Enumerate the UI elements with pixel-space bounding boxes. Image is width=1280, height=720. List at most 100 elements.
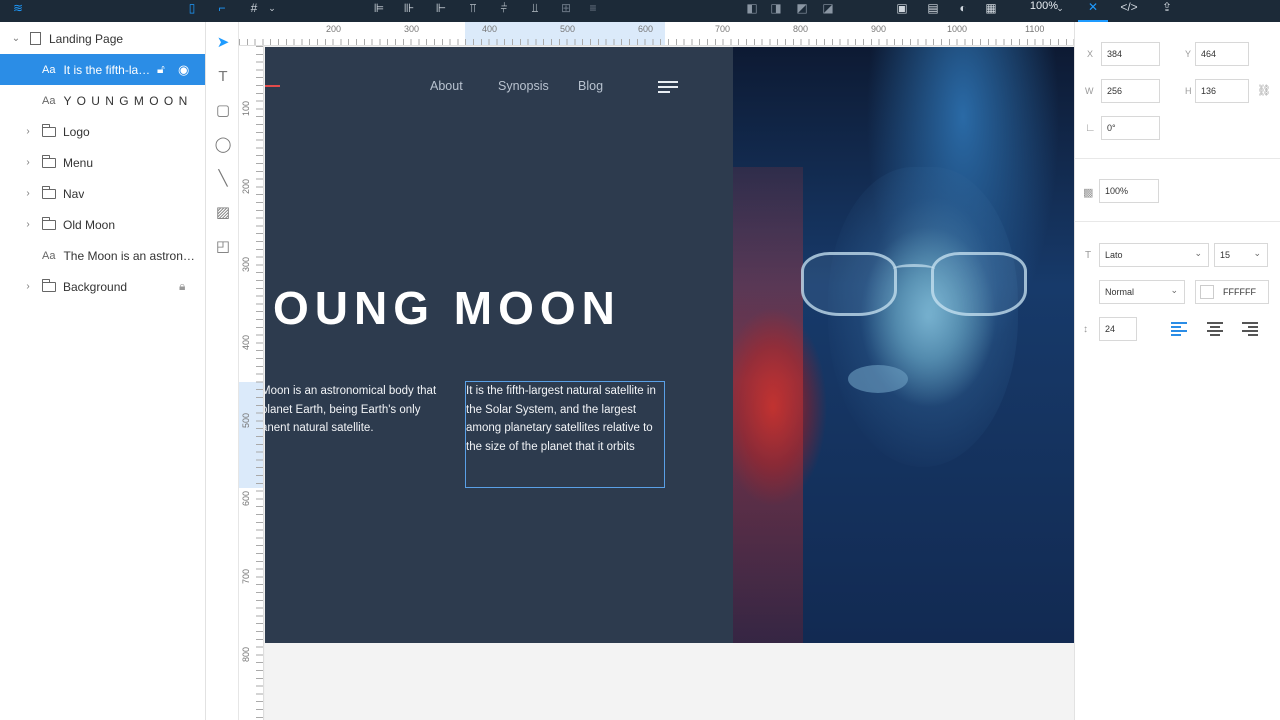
layer-item-logo[interactable]: › Logo (0, 116, 205, 147)
text-align-right-icon[interactable] (1242, 322, 1258, 336)
eye-icon[interactable]: ◉ (178, 62, 189, 78)
align-center-icon[interactable]: ⊪ (400, 0, 418, 16)
boolean-intersect-icon[interactable]: ◩ (794, 0, 810, 16)
boolean-subtract-icon[interactable]: ◨ (768, 0, 784, 16)
layer-item-menu[interactable]: › Menu (0, 147, 205, 178)
mask-icon[interactable]: ▣ (894, 0, 910, 16)
text-align-left-icon[interactable] (1171, 322, 1187, 336)
width-field[interactable]: 256 (1101, 79, 1160, 103)
glasses-bridge (893, 264, 935, 274)
selection-bounding-box[interactable] (465, 381, 665, 488)
align-bottom-icon[interactable]: ⫫ (526, 0, 544, 16)
boolean-exclude-icon[interactable]: ◪ (820, 0, 836, 16)
grid-chevron-down-icon[interactable]: ⌄ (266, 0, 278, 16)
font-family-select[interactable]: Lato ⌄ (1099, 243, 1209, 267)
y-position-field[interactable]: 464 (1195, 42, 1249, 66)
height-field[interactable]: 136 (1195, 79, 1249, 103)
ruler-tick-label: 500 (560, 24, 576, 34)
logo-accent-line[interactable] (265, 85, 280, 87)
unlock-icon[interactable]: 🔓︎ (157, 62, 165, 77)
hamburger-line (658, 86, 678, 88)
panel-toggle-icon[interactable]: ▯ (184, 0, 200, 16)
layers-panel-icon[interactable]: ≋ (8, 0, 28, 16)
opacity-field[interactable]: 100% (1099, 179, 1159, 203)
layer-item-background[interactable]: › Background 🔒︎ (0, 271, 205, 302)
ellipse-tool-icon[interactable]: ◯ (213, 134, 233, 154)
align-middle-icon[interactable]: ⫩ (495, 0, 513, 16)
font-weight-select[interactable]: Normal ⌄ (1099, 280, 1185, 304)
code-tab-icon[interactable]: </> (1114, 0, 1144, 14)
boolean-union-icon[interactable]: ◧ (744, 0, 760, 16)
zoom-level[interactable]: 100% (1030, 0, 1058, 14)
chevron-right-icon[interactable]: › (22, 281, 34, 292)
line-tool-icon[interactable]: ╲ (213, 168, 233, 188)
ruler-ticks (256, 46, 263, 720)
ruler-tick-label: 300 (404, 24, 420, 34)
landing-page-artboard[interactable]: About Synopsis Blog OUNG MOON Moon is an… (265, 47, 1074, 643)
ruler-tick-label: 100 (241, 100, 251, 116)
link-aspect-icon[interactable]: ⛓︎ (1257, 84, 1271, 97)
nav-link-about[interactable]: About (430, 79, 463, 93)
ruler-tick-label: 700 (241, 568, 251, 584)
ruler-tick-label: 300 (241, 256, 251, 272)
chevron-right-icon[interactable]: › (22, 157, 34, 168)
opacity-icon: ▩ (1083, 187, 1094, 199)
symbol-icon[interactable]: ◐ (955, 0, 971, 16)
align-left-icon[interactable]: ⊫ (370, 0, 388, 16)
group-icon[interactable]: ▤ (925, 0, 941, 16)
rectangle-tool-icon[interactable]: ▢ (213, 100, 233, 120)
line (1207, 322, 1223, 324)
hamburger-menu-icon[interactable] (658, 81, 678, 93)
align-top-icon[interactable]: ⫪ (464, 0, 482, 16)
layer-item-old-moon[interactable]: › Old Moon (0, 209, 205, 240)
lock-icon[interactable]: 🔒︎ (179, 279, 185, 294)
layer-item-selected-text[interactable]: Aa It is the fifth-lar... 🔓︎ ◉ (0, 54, 205, 85)
distribute-horizontal-icon[interactable]: ⊞ (557, 0, 575, 16)
align-right-icon[interactable]: ⊩ (432, 0, 450, 16)
glasses-lens-right (931, 252, 1027, 316)
color-swatch[interactable] (1200, 285, 1214, 299)
chevron-right-icon[interactable]: › (22, 126, 34, 137)
x-position-field[interactable]: 384 (1101, 42, 1160, 66)
text-tool-icon[interactable]: T (213, 66, 233, 86)
chevron-right-icon[interactable]: › (22, 188, 34, 199)
layer-item-moon-text[interactable]: Aa The Moon is an astrono... (0, 240, 205, 271)
export-tab-icon[interactable]: ⇪ (1152, 0, 1182, 14)
frame-tool-icon[interactable]: ⌐ (214, 0, 230, 16)
photo-glasses (781, 242, 1041, 322)
text-color-field[interactable]: FFFFFF (1195, 280, 1269, 304)
rotation-icon: ∟ (1085, 122, 1096, 134)
top-toolbar: ≋ ▯ ⌐ # ⌄ ⊫ ⊪ ⊩ ⫪ ⫩ ⫫ ⊞ ≡ ◧ ◨ ◩ ◪ ▣ ▤ ◐ … (0, 0, 1280, 22)
image-tool-icon[interactable]: ▨ (213, 202, 233, 222)
font-weight-value: Normal (1105, 287, 1135, 297)
moon-intro-paragraph[interactable]: Moon is an astronomical body that planet… (265, 382, 441, 438)
chevron-right-icon[interactable]: › (22, 219, 34, 230)
design-tab-icon[interactable]: ✕ (1078, 0, 1108, 22)
artboard-tool-icon[interactable]: ◰ (213, 236, 233, 256)
nav-link-blog[interactable]: Blog (578, 79, 603, 93)
zoom-chevron-down-icon[interactable]: ⌄ (1055, 0, 1065, 16)
nav-link-synopsis[interactable]: Synopsis (498, 79, 549, 93)
layer-item-nav[interactable]: › Nav (0, 178, 205, 209)
distribute-vertical-icon[interactable]: ≡ (584, 0, 602, 16)
ruler-tick-label: 900 (871, 24, 887, 34)
property-inspector: X 384 Y 464 W 256 H 136 ⛓︎ ∟ 0° ▩ 100% T… (1074, 22, 1280, 720)
select-tool-icon[interactable]: ➤ (213, 32, 233, 52)
design-canvas[interactable]: About Synopsis Blog OUNG MOON Moon is an… (265, 47, 1074, 720)
chevron-down-icon[interactable]: ⌄ (10, 33, 22, 44)
line-height-icon: ↕ (1083, 324, 1088, 335)
layer-label: The Moon is an astrono... (63, 248, 199, 263)
rotation-field[interactable]: 0° (1101, 116, 1160, 140)
ruler-tick-label: 600 (241, 490, 251, 506)
repeat-grid-icon[interactable]: ▦ (983, 0, 999, 16)
grid-icon[interactable]: # (246, 0, 262, 16)
hero-photo[interactable] (733, 47, 1074, 643)
font-size-select[interactable]: 15 ⌄ (1214, 243, 1268, 267)
layer-page[interactable]: ⌄ Landing Page (0, 23, 205, 54)
text-align-center-icon[interactable] (1207, 322, 1223, 336)
hero-title[interactable]: OUNG MOON (273, 281, 621, 335)
line (1248, 334, 1258, 336)
layer-item-young-moon[interactable]: Aa Y O U N G M O O N (0, 85, 205, 116)
page-icon (30, 32, 41, 45)
line-height-field[interactable]: 24 (1099, 317, 1137, 341)
